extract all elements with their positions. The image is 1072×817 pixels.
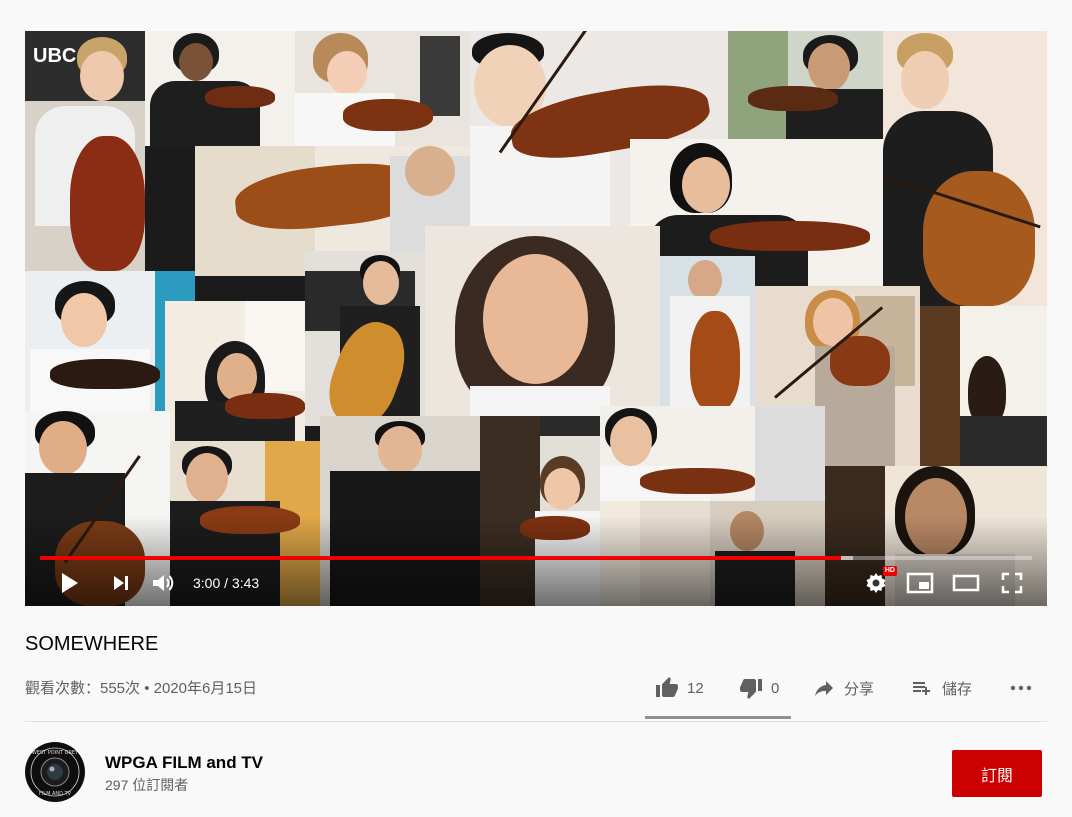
theater-mode-icon: [952, 574, 980, 592]
thumbs-up-icon: [656, 677, 678, 697]
channel-logo-icon: WEST POINT GREY FILM AND TV: [26, 743, 84, 801]
divider: [25, 721, 1047, 722]
next-icon: [114, 576, 128, 590]
like-button[interactable]: 12: [655, 670, 704, 706]
share-icon: [815, 681, 833, 696]
time-display: 3:00 / 3:43: [193, 575, 260, 591]
hd-badge: HD: [882, 566, 897, 576]
miniplayer-button[interactable]: [905, 570, 935, 596]
settings-button[interactable]: HD: [861, 566, 897, 596]
progress-played: [40, 556, 841, 560]
more-horizontal-icon: [1010, 685, 1032, 691]
video-title: SOMEWHERE: [25, 633, 159, 655]
channel-name[interactable]: WPGA FILM and TV: [105, 753, 263, 773]
avatar-text-top: WEST POINT GREY: [32, 750, 79, 756]
fullscreen-button[interactable]: [997, 570, 1027, 596]
save-label: 儲存: [942, 680, 973, 698]
video-tile: [920, 306, 1047, 466]
avatar-text-bottom: FILM AND TV: [39, 791, 72, 797]
video-tile: [305, 251, 425, 426]
video-meta: 觀看次數：555次 • 2020年6月15日: [25, 680, 258, 697]
play-icon: [62, 573, 78, 593]
video-tile: UBC: [25, 31, 145, 271]
video-tile: [660, 256, 755, 411]
share-label: 分享: [844, 680, 875, 698]
playlist-add-icon: [913, 682, 930, 695]
video-tile: [145, 31, 295, 146]
video-tile: [295, 31, 470, 146]
subscriber-count: 297 位訂閱者: [105, 777, 189, 793]
more-actions-button[interactable]: [1008, 670, 1034, 706]
volume-button[interactable]: [149, 570, 179, 596]
share-button[interactable]: 分享: [812, 670, 874, 706]
dislike-button[interactable]: 0: [739, 670, 779, 706]
volume-icon: [153, 575, 174, 591]
video-tile: [600, 406, 825, 501]
subscribe-button[interactable]: 訂閱: [952, 750, 1042, 797]
video-tile: [425, 226, 660, 416]
video-tile: [165, 301, 305, 441]
video-tile: [728, 31, 883, 139]
dislike-count: 0: [771, 679, 780, 697]
theater-mode-button[interactable]: [949, 570, 983, 596]
next-button[interactable]: [107, 570, 135, 596]
fullscreen-icon: [1001, 572, 1023, 594]
ubc-map-text: UBC: [33, 45, 77, 67]
play-button[interactable]: [55, 570, 83, 596]
like-count: 12: [687, 679, 704, 697]
video-tile: [883, 31, 1047, 306]
thumbs-down-icon: [740, 679, 762, 699]
miniplayer-icon: [906, 572, 934, 594]
video-player[interactable]: UBC 3:00 / 3:43 HD: [25, 31, 1047, 606]
save-button[interactable]: 儲存: [910, 670, 972, 706]
channel-avatar[interactable]: WEST POINT GREY FILM AND TV: [25, 742, 85, 802]
progress-bar[interactable]: [40, 556, 1032, 560]
sentiment-bar: [645, 716, 791, 719]
